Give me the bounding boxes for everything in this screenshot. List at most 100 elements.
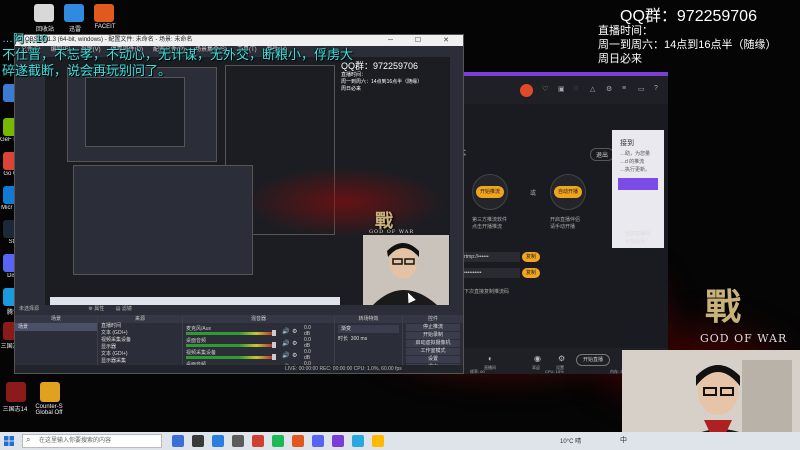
- start-live-button[interactable]: 开始直播: [576, 354, 610, 366]
- volume-slider[interactable]: [272, 330, 276, 336]
- desktop-app-icon[interactable]: [64, 4, 84, 22]
- taskbar-app-icon[interactable]: [272, 435, 284, 447]
- taskbar-app-icon[interactable]: [312, 435, 324, 447]
- gift-icon[interactable]: ▣: [558, 85, 565, 93]
- taskbar-app-icon[interactable]: [372, 435, 384, 447]
- minimize-icon[interactable]: ▭: [638, 85, 645, 93]
- source-item[interactable]: 显示器采集: [98, 358, 182, 365]
- taskbar-search-input[interactable]: 在这里输入你要搜索的内容: [22, 434, 162, 448]
- obs-control-button[interactable]: 停止推流: [406, 324, 460, 331]
- auto-live-button[interactable]: 自动开播: [554, 186, 582, 198]
- scene-item[interactable]: 场景: [15, 323, 97, 331]
- desktop-app-label: Counter-S Global Off: [35, 404, 63, 416]
- server-url-field[interactable]: rtmp://••••••: [460, 252, 520, 262]
- copy-key-button[interactable]: 复制: [522, 268, 540, 278]
- taskbar-app-icon[interactable]: [192, 435, 204, 447]
- taskbar-app-icon[interactable]: [292, 435, 304, 447]
- copy-url-button[interactable]: 复制: [522, 252, 540, 262]
- taskbar-app-icon[interactable]: [212, 435, 224, 447]
- controls-list: 停止推流开始录制启动虚拟摄像机工作室模式设置退出: [403, 324, 463, 371]
- room-icon[interactable]: ◐: [488, 354, 493, 363]
- mixer-db-value: 0.0 dB: [304, 349, 311, 361]
- nested-obs-window: [85, 77, 185, 147]
- desktop-app-icon[interactable]: [6, 382, 26, 402]
- stat-cpu: CPU: 15%: [545, 369, 564, 374]
- speaker-icon[interactable]: 🔊: [282, 328, 289, 335]
- source-item[interactable]: 视频采集设备: [98, 337, 182, 344]
- duration-input[interactable]: 300 ms: [351, 336, 367, 342]
- windows-start-icon[interactable]: [4, 436, 14, 446]
- volume-slider[interactable]: [272, 342, 276, 348]
- obs-control-button[interactable]: 开始录制: [406, 332, 460, 339]
- mode-left-circle[interactable]: 开始推流: [472, 174, 508, 210]
- taskbar-app-icon[interactable]: [172, 435, 184, 447]
- mode-left-desc: 第三方推流软件: [472, 217, 508, 223]
- bell-icon[interactable]: ♡: [542, 85, 548, 93]
- obs-window: OBS 27.1.3 (64-bit, windows) - 配置文件: 未命名…: [14, 34, 464, 374]
- preview-schedule-line: 周一到周六：14点到16点半（随缘）: [341, 79, 423, 85]
- gear-icon[interactable]: ⚙: [292, 352, 297, 359]
- window-controls[interactable]: ─ ☐ ✕: [388, 35, 459, 46]
- filters-button[interactable]: ▤ 滤镜: [116, 306, 132, 312]
- notice-title: 接到: [620, 140, 634, 147]
- monitor-label: 耳返: [532, 365, 540, 370]
- schedule-line: 周日必来: [598, 53, 642, 65]
- mixer-track-name: 麦克风/Aux: [186, 326, 212, 332]
- transition-select[interactable]: 渐变: [338, 325, 399, 333]
- gear-icon[interactable]: ⚙: [292, 340, 297, 347]
- notice-footer: …示在此页！: [620, 239, 651, 245]
- menu-icon[interactable]: ≡: [622, 85, 626, 92]
- sources-list: 直播时间 文本 (GDI+) 视频采集设备 显示器 文本 (GDI+) 显示器采集: [98, 323, 182, 365]
- stream-key-field[interactable]: ••••••••••: [460, 268, 520, 278]
- gear-icon[interactable]: ⚙: [292, 328, 297, 335]
- mode-right-circle[interactable]: 自动开播: [550, 174, 586, 210]
- obs-control-button[interactable]: 启动虚拟摄像机: [406, 340, 460, 347]
- exit-button[interactable]: 退出: [590, 148, 615, 161]
- speaker-icon[interactable]: 🔊: [282, 340, 289, 347]
- avatar[interactable]: [520, 84, 533, 97]
- notice-line: …执行更新。: [620, 167, 651, 173]
- gear-icon[interactable]: ⚙: [558, 354, 565, 363]
- taskbar-app-icon[interactable]: [332, 435, 344, 447]
- source-item[interactable]: 文本 (GDI+): [98, 330, 182, 337]
- preview-schedule-line: 周日必来: [341, 86, 362, 92]
- properties-button[interactable]: ⚙ 属性: [88, 306, 104, 312]
- volume-meter: [186, 332, 274, 335]
- mode-right-desc: 开启直播伴侣: [550, 217, 581, 223]
- desktop-background: 回收站迅雷FACEIT GeF ExperiGo ChrMicr EdgSteD…: [0, 0, 800, 432]
- taskbar-app-icon[interactable]: [232, 435, 244, 447]
- settings-icon[interactable]: ⚙: [606, 85, 612, 93]
- obs-control-button[interactable]: 工作室模式: [406, 348, 460, 355]
- source-item[interactable]: 直播时间: [98, 323, 182, 330]
- room-label: 直播间: [484, 365, 496, 370]
- desktop-app-icon[interactable]: [34, 4, 54, 22]
- desktop-app-icon[interactable]: [94, 4, 114, 22]
- input-method-indicator[interactable]: 中: [620, 435, 627, 445]
- bottom-note: 下次直接复制推流码: [464, 289, 510, 295]
- mode-right-desc2: 请手动开播: [550, 224, 576, 230]
- notice-line: …助，为您量: [620, 151, 651, 157]
- taskbar-app-icon[interactable]: [352, 435, 364, 447]
- shirt-icon[interactable]: ◌: [574, 85, 578, 92]
- stat-fps: 帧率: 60: [470, 369, 485, 374]
- filters-label: 滤镜: [121, 306, 132, 312]
- update-button[interactable]: [618, 178, 658, 190]
- nested-obs-docks: [73, 165, 253, 275]
- source-item[interactable]: 显示器: [98, 344, 182, 351]
- mixer-track-name: 桌面音频: [186, 338, 207, 344]
- properties-label: 属性: [94, 306, 105, 312]
- source-item[interactable]: 文本 (GDI+): [98, 351, 182, 358]
- notification-icon[interactable]: △: [590, 85, 595, 93]
- weather-widget[interactable]: 10°C 晴: [560, 436, 581, 445]
- obs-control-button[interactable]: 设置: [406, 356, 460, 363]
- start-push-button[interactable]: 开始推流: [476, 186, 504, 198]
- taskbar-app-icon[interactable]: [252, 435, 264, 447]
- monitor-icon[interactable]: ◉: [534, 354, 541, 363]
- desktop-app-icon[interactable]: [40, 382, 60, 402]
- preview-schedule-title: 直播时间：: [341, 72, 367, 78]
- volume-slider[interactable]: [272, 354, 276, 360]
- obs-title: OBS 27.1.3 (64-bit, windows) - 配置文件: 未命名…: [25, 37, 193, 43]
- help-icon[interactable]: ?: [654, 85, 658, 92]
- overlay-line3: 碎遂截断，说会再玩别问了。: [2, 63, 172, 78]
- speaker-icon[interactable]: 🔊: [282, 352, 289, 359]
